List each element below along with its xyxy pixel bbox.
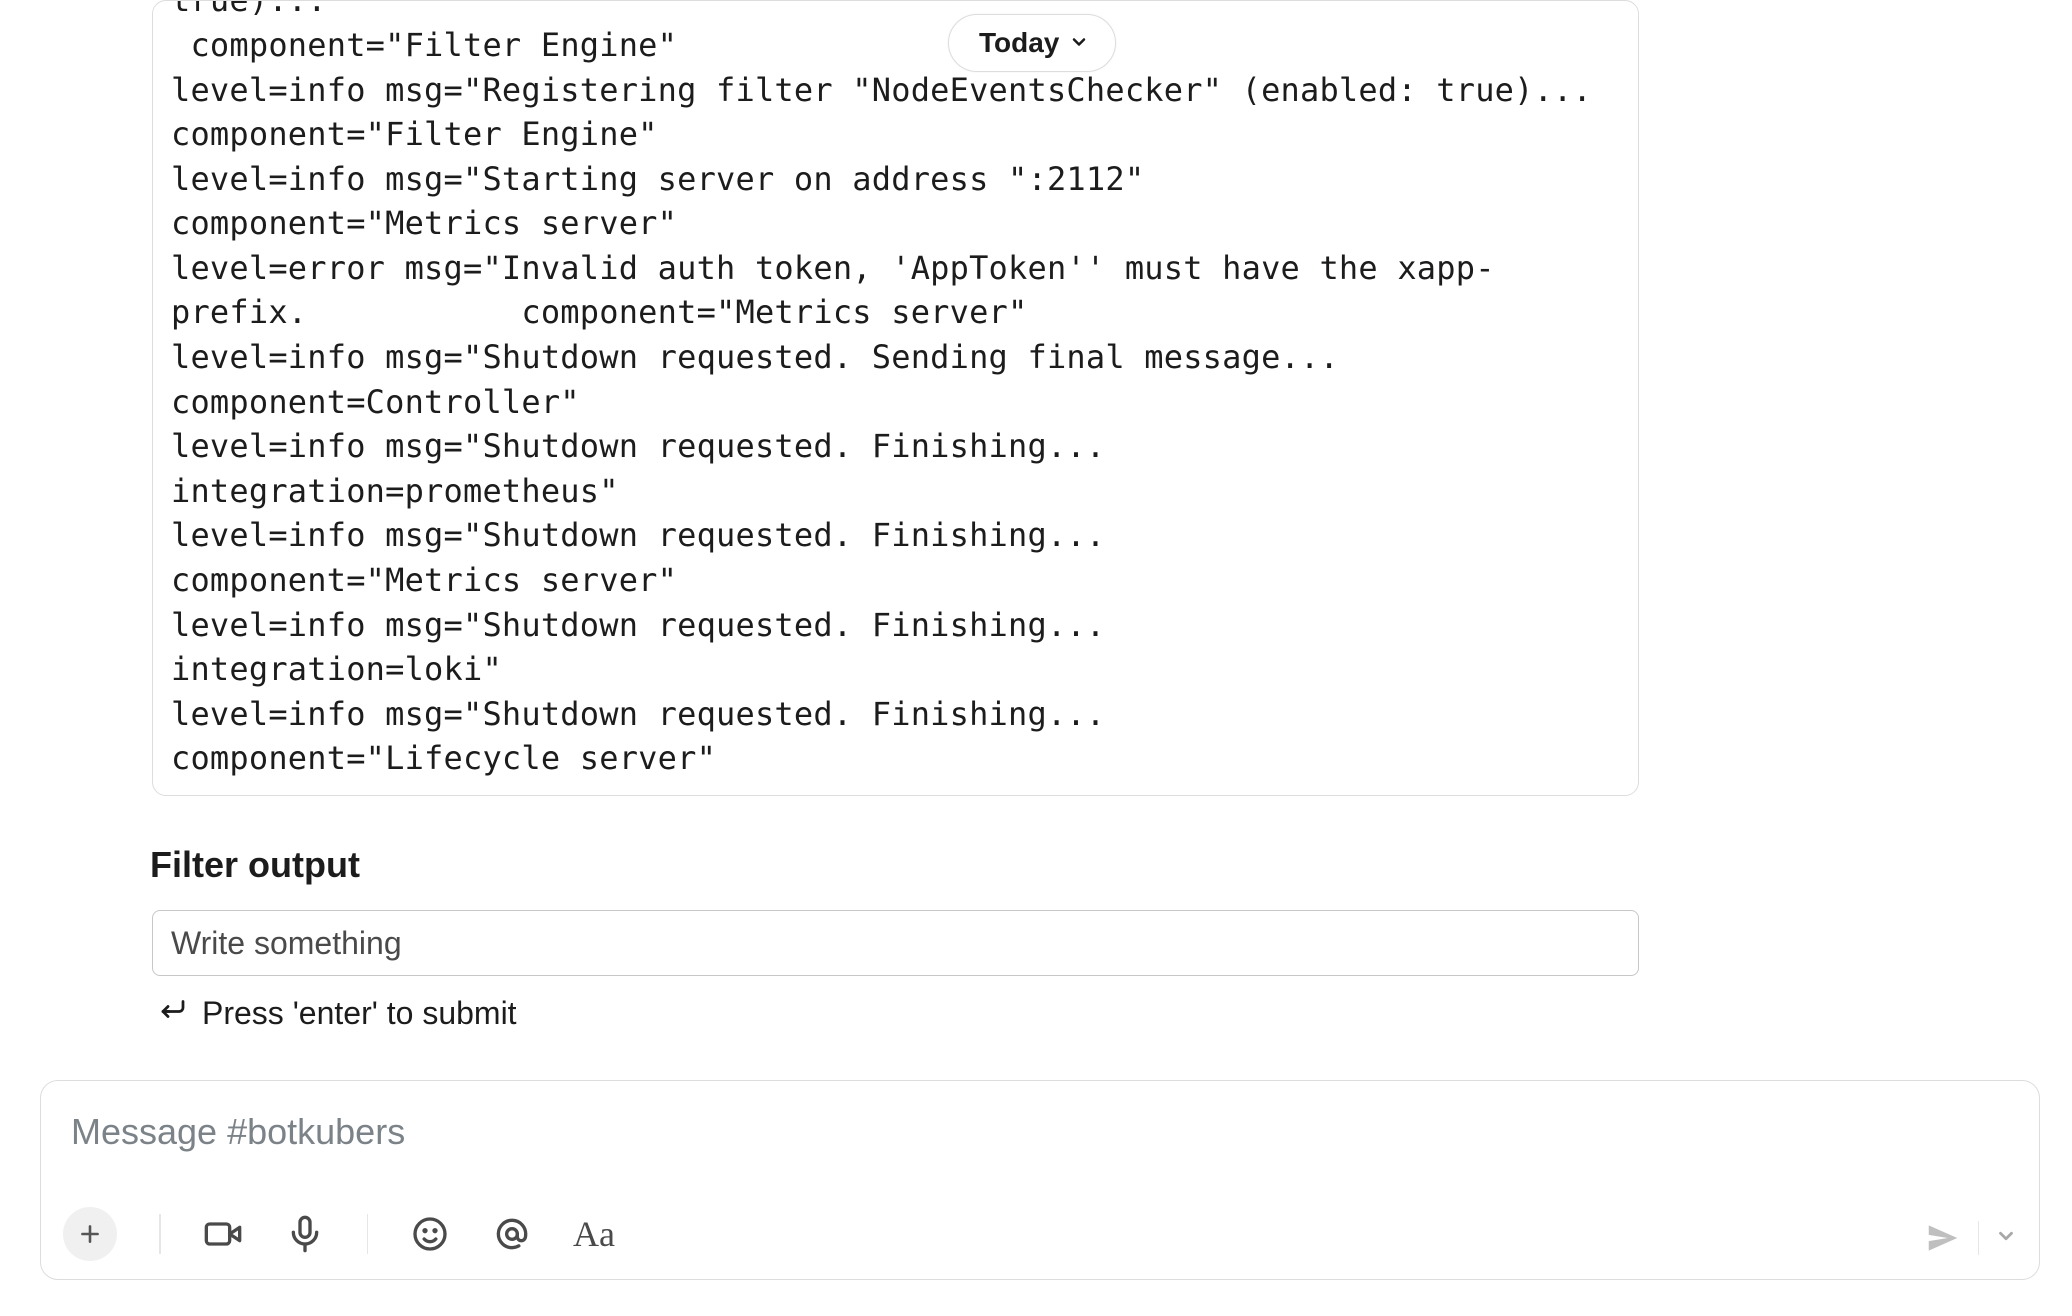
composer-toolbar: Aa — [63, 1207, 614, 1261]
date-jump-pill[interactable]: Today — [948, 14, 1116, 72]
send-separator — [1978, 1221, 1980, 1255]
chevron-down-icon — [1069, 27, 1089, 59]
filter-output-heading: Filter output — [150, 844, 360, 886]
log-output-card: level=info msg="Registering filter "Obje… — [152, 0, 1639, 796]
message-composer[interactable]: Message #botkubers Aa — [40, 1080, 2040, 1280]
submit-hint-text: Press 'enter' to submit — [202, 995, 517, 1032]
formatting-icon[interactable]: Aa — [574, 1214, 614, 1254]
date-jump-label: Today — [979, 27, 1059, 59]
send-group — [1924, 1219, 2018, 1257]
send-button[interactable] — [1924, 1219, 1962, 1257]
submit-hint: Press 'enter' to submit — [158, 994, 517, 1032]
toolbar-separator — [159, 1214, 161, 1254]
filter-output-input[interactable]: Write something — [152, 910, 1639, 976]
emoji-icon[interactable] — [410, 1214, 450, 1254]
microphone-icon[interactable] — [285, 1214, 325, 1254]
return-key-icon — [158, 994, 188, 1032]
log-output-text: level=info msg="Registering filter "Obje… — [171, 0, 1620, 781]
toolbar-separator — [367, 1214, 369, 1254]
filter-output-placeholder: Write something — [171, 925, 402, 962]
send-options-chevron[interactable] — [1995, 1225, 2017, 1252]
attach-button[interactable] — [63, 1207, 117, 1261]
mention-icon[interactable] — [492, 1214, 532, 1254]
video-icon[interactable] — [203, 1214, 243, 1254]
composer-placeholder: Message #botkubers — [71, 1111, 405, 1153]
